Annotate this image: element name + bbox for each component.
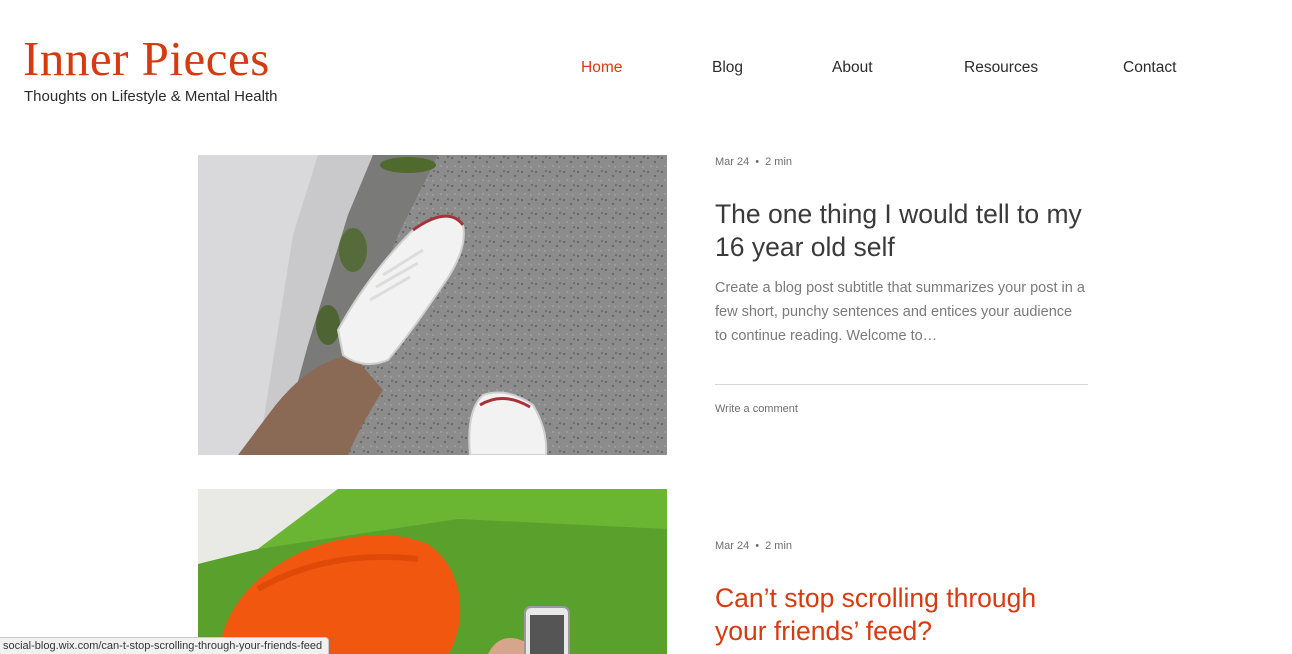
nav-about[interactable]: About bbox=[832, 57, 873, 79]
write-comment-link[interactable]: Write a comment bbox=[715, 402, 798, 416]
status-bar-url: social-blog.wix.com/can-t-stop-scrolling… bbox=[0, 637, 330, 654]
nav-resources[interactable]: Resources bbox=[964, 57, 1038, 79]
sneakers-photo bbox=[198, 155, 667, 455]
nav-home[interactable]: Home bbox=[581, 57, 622, 79]
post-excerpt[interactable]: Create a blog post subtitle that summari… bbox=[715, 276, 1085, 348]
meta-separator: • bbox=[755, 540, 760, 552]
post-read-time: 2 min bbox=[765, 156, 793, 168]
site-tagline: Thoughts on Lifestyle & Mental Health bbox=[24, 88, 278, 105]
post-meta: Mar 24 • 2 min bbox=[715, 155, 792, 169]
post-date: Mar 24 bbox=[715, 156, 750, 168]
beanie-phone-photo bbox=[198, 489, 667, 654]
nav-contact[interactable]: Contact bbox=[1123, 57, 1176, 79]
post-image-scrolling[interactable] bbox=[198, 489, 667, 654]
post-title[interactable]: Can’t stop scrolling through your friend… bbox=[715, 582, 1095, 648]
post-read-time: 2 min bbox=[765, 540, 793, 552]
post-image-sneakers[interactable] bbox=[198, 155, 667, 455]
post-date: Mar 24 bbox=[715, 540, 750, 552]
post-divider bbox=[715, 384, 1088, 385]
nav-blog[interactable]: Blog bbox=[712, 57, 743, 79]
meta-separator: • bbox=[755, 156, 760, 168]
main-nav: Home Blog About Resources Contact bbox=[0, 57, 1292, 79]
post-meta: Mar 24 • 2 min bbox=[715, 539, 792, 553]
post-title[interactable]: The one thing I would tell to my 16 year… bbox=[715, 198, 1095, 264]
blog-page: Inner Pieces Thoughts on Lifestyle & Men… bbox=[0, 0, 1292, 654]
